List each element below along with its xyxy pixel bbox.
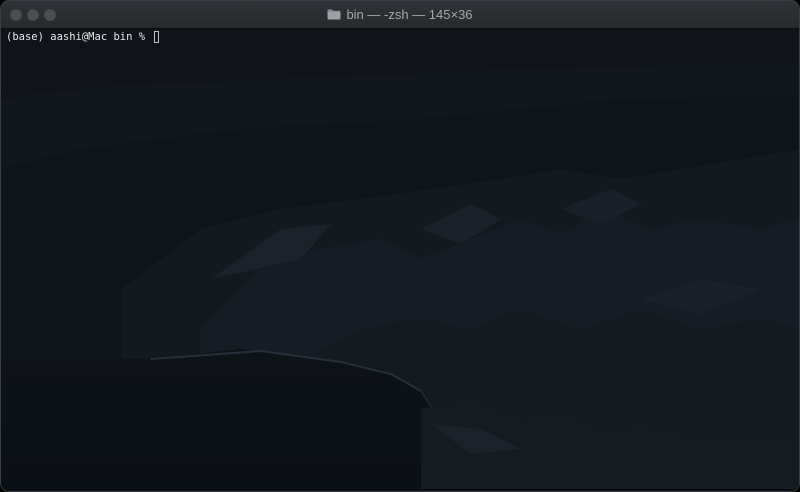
window-title: bin — -zsh — 145×36 [346, 7, 473, 22]
prompt-line[interactable]: (base) aashi@Mac bin % [6, 30, 160, 44]
window-title-group: bin — -zsh — 145×36 [1, 1, 799, 28]
terminal-content[interactable]: (base) aashi@Mac bin % [1, 29, 799, 491]
cursor [154, 31, 160, 43]
terminal-window: bin — -zsh — 145×36 (base) aashi@Mac bin… [0, 0, 800, 492]
folder-icon [327, 9, 341, 20]
prompt-text: (base) aashi@Mac bin % [6, 31, 152, 43]
title-bar[interactable]: bin — -zsh — 145×36 [1, 1, 799, 29]
wallpaper-background [1, 29, 799, 491]
